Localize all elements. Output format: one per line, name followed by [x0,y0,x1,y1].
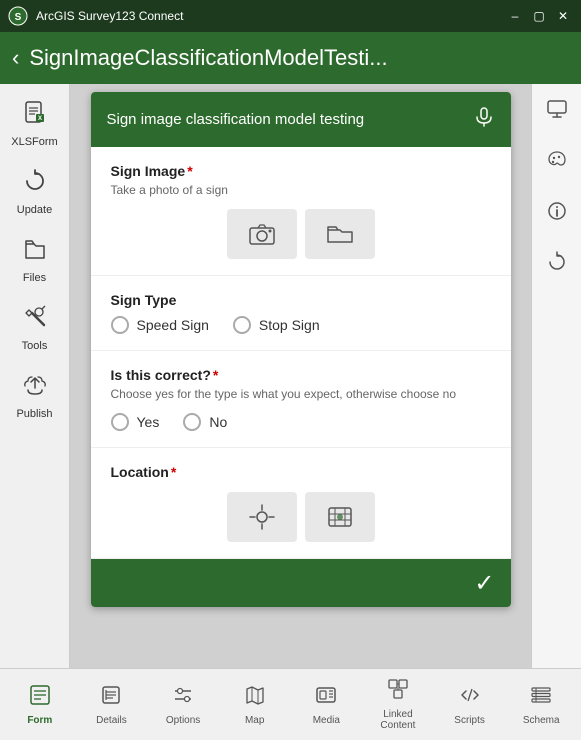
survey-body: Sign Image* Take a photo of a sign [91,147,511,559]
submit-checkmark[interactable]: ✓ [474,569,494,598]
update-label: Update [17,204,52,216]
files-icon [22,236,48,268]
sidebar-item-publish[interactable]: Publish [5,364,65,428]
radio-no-label: No [209,414,227,430]
title-bar: S ArcGIS Survey123 Connect – ▢ ✕ [0,0,581,32]
survey-audio-icon [473,106,495,133]
info-icon[interactable] [540,194,574,233]
radio-yes-circle [111,413,129,431]
schema-tab-icon [530,684,552,712]
sidebar-item-tools[interactable]: Tools [5,296,65,360]
app-logo-icon: S [8,6,28,26]
palette-icon[interactable] [540,143,574,182]
bottom-tab-bar: Form Details Options [0,668,581,740]
scripts-tab-label: Scripts [454,715,485,726]
camera-button[interactable] [227,209,297,259]
schema-tab-label: Schema [523,715,560,726]
sign-type-radio-group: Speed Sign Stop Sign [111,316,491,334]
tab-details[interactable]: Details [86,678,136,732]
minimize-button[interactable]: – [505,6,525,26]
location-button-group [111,492,491,542]
radio-yes[interactable]: Yes [111,413,160,431]
scripts-tab-icon [459,684,481,712]
options-tab-label: Options [166,715,200,726]
svg-text:S: S [15,12,22,23]
radio-speed-circle [111,316,129,334]
tab-options[interactable]: Options [158,678,208,732]
options-tab-icon [172,684,194,712]
map-tab-icon [244,684,266,712]
nav-bar: ‹ SignImageClassificationModelTesti... [0,32,581,84]
radio-speed-label: Speed Sign [137,317,209,333]
refresh-icon[interactable] [540,245,574,284]
survey-title: SignImageClassificationModelTesti... [29,45,569,71]
radio-speed-sign[interactable]: Speed Sign [111,316,209,334]
tab-form[interactable]: Form [15,678,65,732]
survey-footer: ✓ [91,559,511,607]
is-correct-hint: Choose yes for the type is what you expe… [111,387,491,401]
sign-image-section: Sign Image* Take a photo of a sign [91,147,511,276]
survey-card: Sign image classification model testing … [91,92,511,607]
tab-media[interactable]: Media [301,678,351,732]
publish-icon [22,372,48,404]
sign-type-label: Sign Type [111,292,491,308]
is-correct-section: Is this correct?* Choose yes for the typ… [91,351,511,448]
radio-no-circle [183,413,201,431]
radio-stop-circle [233,316,251,334]
files-label: Files [23,272,46,284]
form-tab-label: Form [27,715,52,726]
yes-no-radio-group: Yes No [111,413,491,431]
radio-stop-label: Stop Sign [259,317,320,333]
location-section: Location* [91,448,511,559]
main-area: X XLSForm Update Files [0,84,581,668]
map-button[interactable] [305,492,375,542]
back-button[interactable]: ‹ [12,47,19,69]
xlsform-label: XLSForm [11,136,57,148]
survey-preview: Sign image classification model testing … [70,84,531,668]
window-controls: – ▢ ✕ [505,6,573,26]
folder-button[interactable] [305,209,375,259]
sidebar-item-update[interactable]: Update [5,160,65,224]
maximize-button[interactable]: ▢ [529,6,549,26]
right-panel [531,84,581,668]
sidebar: X XLSForm Update Files [0,84,70,668]
monitor-icon[interactable] [540,92,574,131]
sidebar-item-files[interactable]: Files [5,228,65,292]
app-title: ArcGIS Survey123 Connect [36,9,497,23]
tab-scripts[interactable]: Scripts [445,678,495,732]
sign-type-section: Sign Type Speed Sign Stop Sign [91,276,511,351]
radio-yes-label: Yes [137,414,160,430]
svg-text:X: X [37,116,41,122]
is-correct-label: Is this correct?* [111,367,491,383]
tab-map[interactable]: Map [230,678,280,732]
radio-no[interactable]: No [183,413,227,431]
radio-stop-sign[interactable]: Stop Sign [233,316,320,334]
tab-schema[interactable]: Schema [516,678,566,732]
tab-linked-content[interactable]: LinkedContent [373,672,423,737]
survey-header-text: Sign image classification model testing [107,111,365,128]
gps-button[interactable] [227,492,297,542]
media-tab-icon [315,684,337,712]
details-tab-label: Details [96,715,127,726]
form-tab-icon [29,684,51,712]
media-tab-label: Media [313,715,340,726]
map-tab-label: Map [245,715,264,726]
tools-label: Tools [22,340,48,352]
sidebar-item-xlsform[interactable]: X XLSForm [5,92,65,156]
close-button[interactable]: ✕ [553,6,573,26]
location-label: Location* [111,464,491,480]
sign-image-hint: Take a photo of a sign [111,183,491,197]
update-icon [22,168,48,200]
publish-label: Publish [16,408,52,420]
image-button-group [111,209,491,259]
sign-image-label: Sign Image* [111,163,491,179]
linked-content-tab-icon [387,678,409,706]
details-tab-icon [100,684,122,712]
tools-icon [22,304,48,336]
xlsform-icon: X [22,100,48,132]
linked-content-tab-label: LinkedContent [380,709,415,731]
survey-header: Sign image classification model testing [91,92,511,147]
